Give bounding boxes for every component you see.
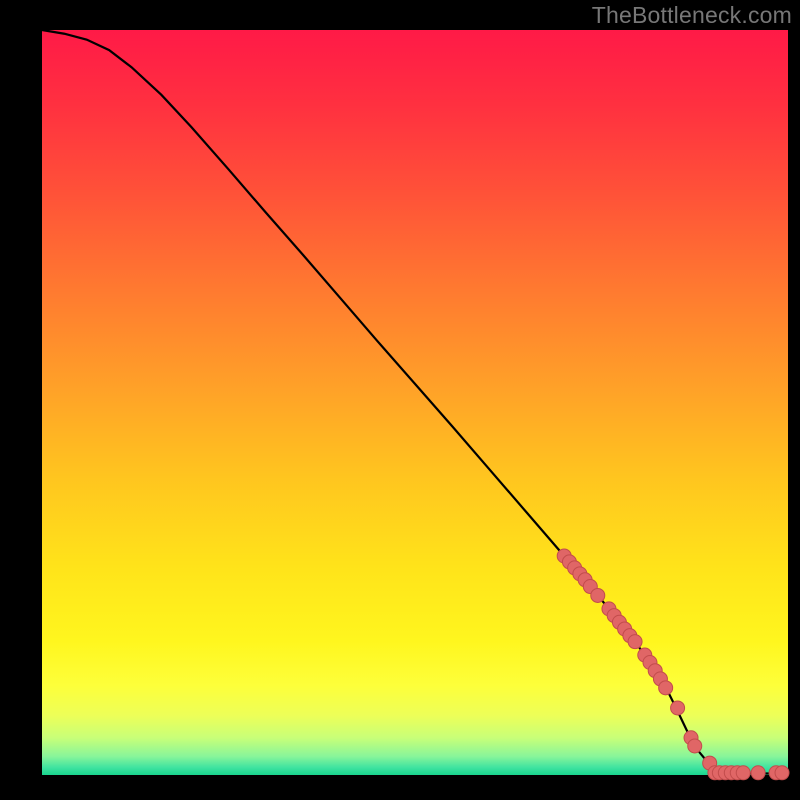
- plot-background: [42, 30, 788, 775]
- marker-point: [671, 701, 685, 715]
- chart-svg: [0, 0, 800, 800]
- marker-point: [591, 588, 605, 602]
- marker-point: [628, 635, 642, 649]
- marker-point: [688, 739, 702, 753]
- marker-point: [659, 681, 673, 695]
- chart-container: TheBottleneck.com: [0, 0, 800, 800]
- marker-point: [775, 766, 789, 780]
- marker-point: [751, 766, 765, 780]
- watermark-text: TheBottleneck.com: [592, 2, 792, 29]
- marker-point: [736, 766, 750, 780]
